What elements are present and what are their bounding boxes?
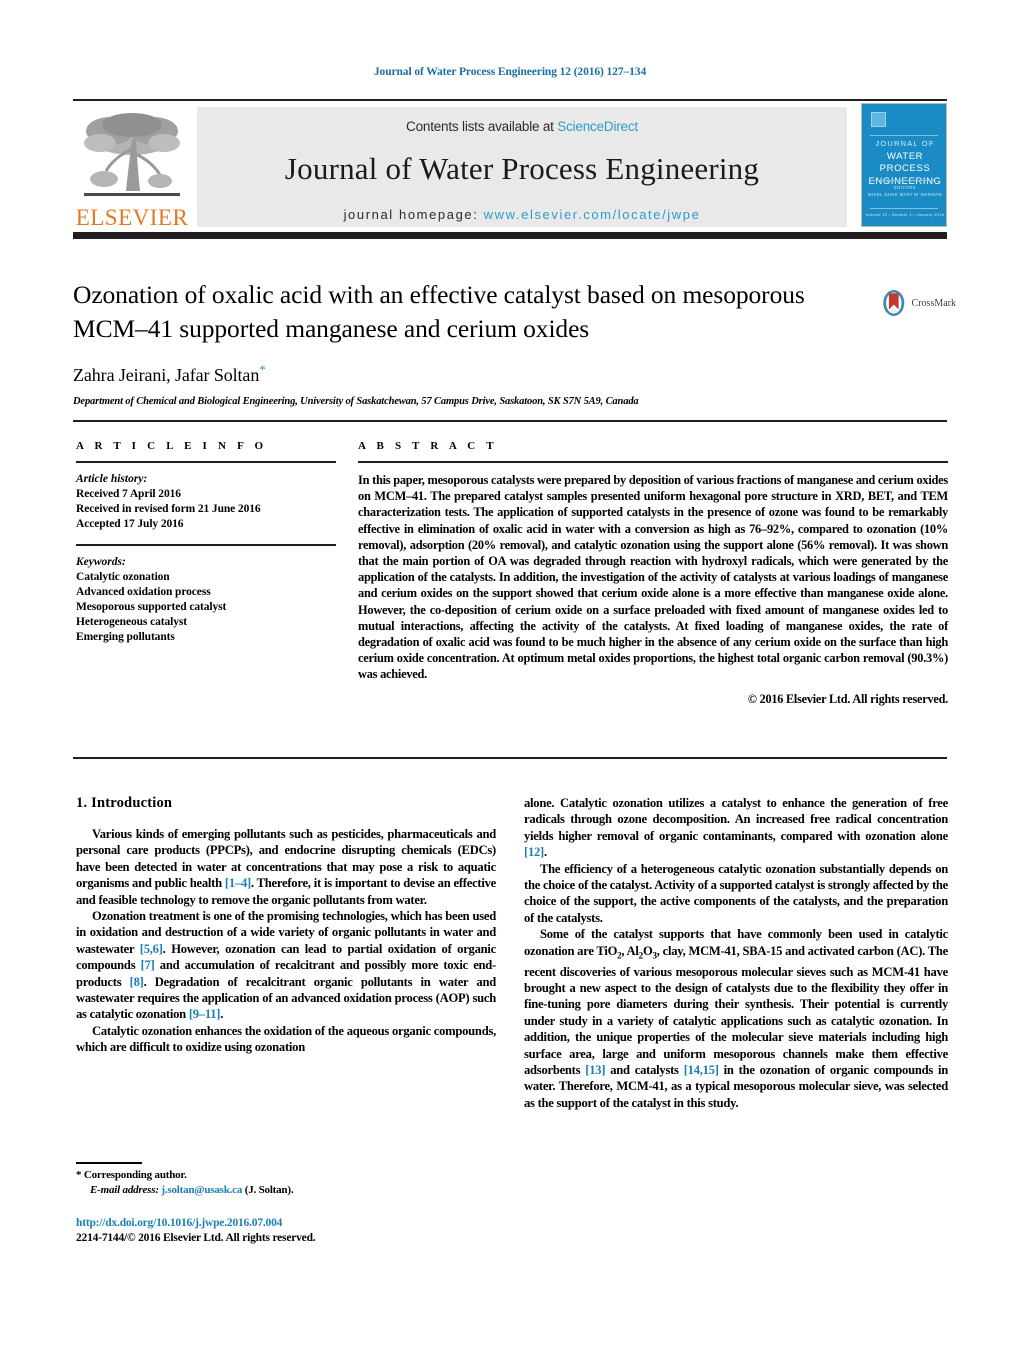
citation-link[interactable]: [1–4] [225, 876, 251, 890]
cover-divider-bottom [870, 208, 938, 209]
body-paragraph: Catalytic ozonation enhances the oxidati… [76, 1023, 496, 1056]
keyword-item: Heterogeneous catalyst [76, 616, 187, 628]
cover-volume-info: Volume 12 • Number 1 • January 2016 [865, 212, 945, 217]
footnote-marker: * [76, 1169, 82, 1181]
cover-editors-label: EDITORS [893, 185, 917, 190]
masthead-bottom-rule [73, 232, 947, 239]
body-paragraph: Ozonation treatment is one of the promis… [76, 908, 496, 1023]
article-history-label: Article history: [76, 473, 148, 485]
cover-title-line2: WATER PROCESS [879, 150, 931, 175]
elsevier-tree-icon [84, 113, 180, 196]
citation-link[interactable]: [12] [524, 845, 544, 859]
footnote-block: * Corresponding author. E-mail address: … [76, 1168, 496, 1197]
elsevier-logo: ELSEVIER [73, 107, 191, 229]
abstract-heading: A B S T R A C T [358, 440, 498, 452]
info-section-top-rule [73, 420, 947, 422]
body-text: Catalytic ozonation enhances the oxidati… [76, 1023, 496, 1055]
body-text: . [220, 1007, 224, 1022]
citation-link[interactable]: [7] [141, 958, 155, 972]
citation-link[interactable]: [9–11] [189, 1007, 221, 1021]
cover-divider-top [870, 135, 938, 136]
journal-title: Journal of Water Process Engineering [284, 151, 760, 186]
keyword-item: Catalytic ozonation [76, 571, 170, 583]
body-text: The efficiency of a heterogeneous cataly… [524, 861, 948, 925]
journal-cover-thumbnail[interactable]: JOURNAL OF WATER PROCESS ENGINEERING EDI… [861, 103, 947, 227]
keyword-item: Advanced oxidation process [76, 586, 211, 598]
masthead-top-rule [73, 99, 947, 101]
doi-block: http://dx.doi.org/10.1016/j.jwpe.2016.07… [76, 1216, 536, 1246]
body-paragraph: The efficiency of a heterogeneous cataly… [524, 861, 948, 927]
homepage-label: journal homepage: [343, 207, 479, 222]
cover-title-line1: JOURNAL OF [875, 139, 935, 148]
cover-editors: EDITORS MIKEL DUKE MARTIN NORMAN [862, 184, 946, 198]
article-info-rule [76, 461, 336, 463]
body-text: , clay, MCM-41, SBA-15 and activated car… [524, 943, 949, 1078]
email-note: E-mail address: j.soltan@usask.ca (J. So… [76, 1183, 496, 1198]
citation-link[interactable]: [8] [130, 975, 144, 989]
doi-link[interactable]: http://dx.doi.org/10.1016/j.jwpe.2016.07… [76, 1216, 536, 1231]
footnote-rule [76, 1162, 142, 1164]
contents-available-line: Contents lists available at ScienceDirec… [406, 119, 638, 134]
article-history-group: Article history: Received 7 April 2016 R… [76, 472, 336, 532]
keywords-label: Keywords: [76, 556, 126, 568]
corresponding-author-label: Corresponding author. [83, 1169, 187, 1181]
abstract-column: A B S T R A C T In this paper, mesoporou… [358, 440, 948, 707]
crossmark-label: CrossMark [911, 297, 956, 309]
cover-editors-names: MIKEL DUKE MARTIN NORMAN [867, 192, 943, 197]
elsevier-wordmark: ELSEVIER [75, 205, 189, 230]
body-paragraph: Various kinds of emerging pollutants suc… [76, 826, 496, 908]
section-heading-introduction: 1. Introduction [76, 795, 173, 811]
title-block: Ozonation of oxalic acid with an effecti… [73, 278, 863, 407]
page-title: Ozonation of oxalic acid with an effecti… [73, 280, 805, 343]
cover-divider-mid [874, 180, 934, 181]
author-list: Zahra Jeirani, Jafar Soltan* [73, 362, 863, 386]
sciencedirect-link[interactable]: ScienceDirect [557, 119, 638, 134]
article-history-item: Received in revised form 21 June 2016 [76, 503, 261, 515]
keywords-separator-rule [76, 544, 336, 546]
corresponding-author-marker: * [259, 362, 266, 377]
corresponding-author-note: * Corresponding author. [76, 1168, 496, 1183]
email-address-label: E-mail address: [90, 1183, 159, 1196]
crossmark-badge[interactable]: CrossMark [880, 283, 956, 323]
journal-masthead: ELSEVIER Contents lists available at Sci… [73, 99, 947, 239]
body-column-right: alone. Catalytic ozonation utilizes a ca… [524, 795, 948, 1111]
homepage-url-link[interactable]: www.elsevier.com/locate/jwpe [484, 207, 701, 222]
body-text: . [543, 845, 547, 860]
running-head: Journal of Water Process Engineering 12 … [373, 66, 647, 78]
body-text: alone. Catalytic ozonation utilizes a ca… [524, 796, 948, 843]
article-info-column: A R T I C L E I N F O Article history: R… [76, 440, 336, 645]
issn-copyright-line: 2214-7144/© 2016 Elsevier Ltd. All right… [76, 1232, 316, 1244]
keywords-group: Keywords: Catalytic ozonation Advanced o… [76, 555, 336, 645]
abstract-rule [358, 461, 948, 463]
author-names: Zahra Jeirani, Jafar Soltan [73, 365, 260, 385]
citation-link[interactable]: [13] [585, 1063, 605, 1077]
body-paragraph: Some of the catalyst supports that have … [524, 926, 948, 1111]
article-info-heading: A R T I C L E I N F O [76, 440, 268, 452]
body-paragraph: alone. Catalytic ozonation utilizes a ca… [524, 795, 948, 861]
article-history-item: Received 7 April 2016 [76, 488, 181, 500]
citation-link[interactable]: [14,15] [684, 1063, 719, 1077]
abstract-copyright: © 2016 Elsevier Ltd. All rights reserved… [747, 691, 948, 706]
article-history-item: Accepted 17 July 2016 [76, 518, 184, 530]
body-text: , Al [621, 943, 639, 958]
abstract-text: In this paper, mesoporous catalysts were… [358, 473, 948, 682]
article-page: Journal of Water Process Engineering 12 … [0, 0, 1020, 1351]
journal-band: Contents lists available at ScienceDirec… [197, 107, 847, 227]
body-text: and catalysts [605, 1063, 684, 1078]
abstract-section-bottom-rule [73, 757, 947, 759]
contents-text: Contents lists available at [406, 119, 554, 134]
affiliation: Department of Chemical and Biological En… [73, 396, 639, 407]
cover-publisher-icon [871, 112, 886, 127]
email-address-link[interactable]: j.soltan@usask.ca [161, 1184, 242, 1196]
keyword-item: Mesoporous supported catalyst [76, 601, 227, 613]
journal-homepage-line: journal homepage: www.elsevier.com/locat… [344, 207, 701, 222]
email-owner: (J. Soltan). [244, 1183, 294, 1196]
citation-link[interactable]: [5,6] [140, 942, 163, 956]
body-column-left: Various kinds of emerging pollutants suc… [76, 826, 496, 1056]
crossmark-icon [883, 290, 905, 316]
keyword-item: Emerging pollutants [76, 631, 175, 643]
